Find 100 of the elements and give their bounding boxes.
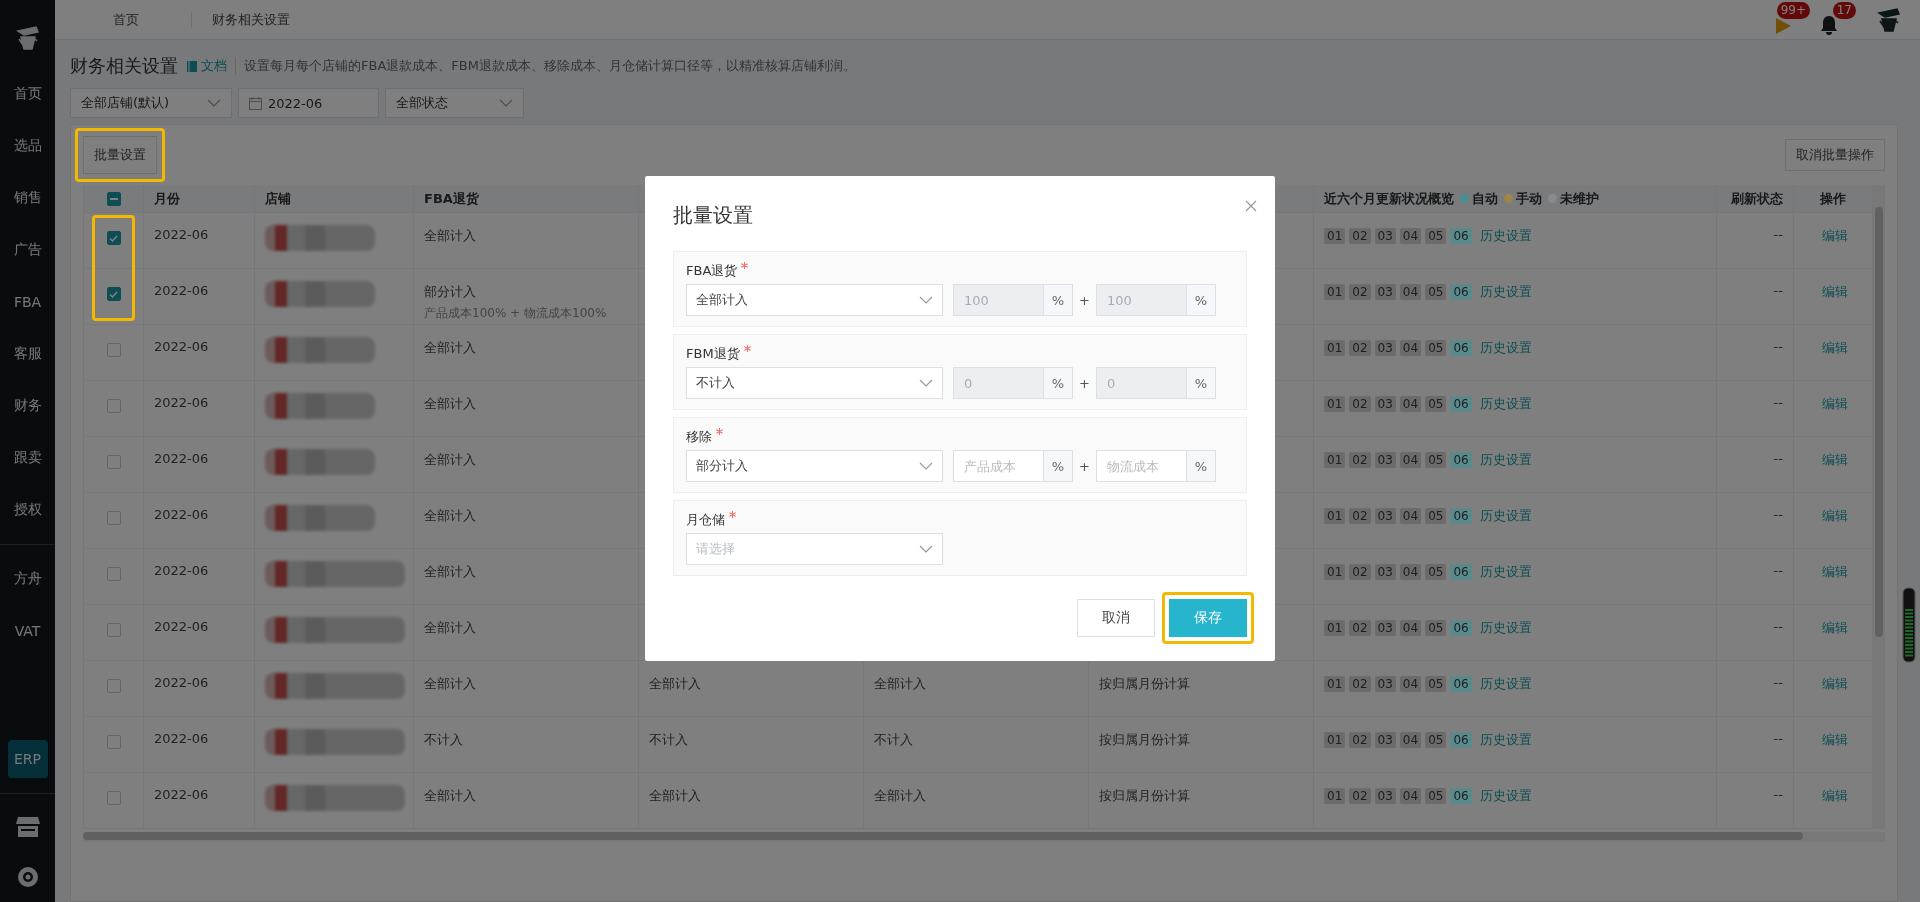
history-settings-link[interactable]: 历史设置 bbox=[1479, 227, 1532, 245]
sidebar-item[interactable]: 授权 bbox=[0, 484, 55, 536]
sidebar-item[interactable]: 跟卖 bbox=[0, 432, 55, 484]
edit-link[interactable]: 编辑 bbox=[1822, 451, 1848, 469]
history-settings-link[interactable]: 历史设置 bbox=[1479, 619, 1532, 637]
doc-link[interactable]: 文档 bbox=[186, 57, 236, 75]
percent-input[interactable]: 产品成本 bbox=[953, 450, 1043, 482]
edit-link[interactable]: 编辑 bbox=[1822, 675, 1848, 693]
sidebar-item[interactable]: 方舟 bbox=[0, 553, 55, 605]
history-settings-link[interactable]: 历史设置 bbox=[1479, 675, 1532, 693]
month-status-chip: 04 bbox=[1399, 788, 1422, 804]
edit-link[interactable]: 编辑 bbox=[1822, 563, 1848, 581]
history-settings-link[interactable]: 历史设置 bbox=[1479, 395, 1532, 413]
history-settings-link[interactable]: 历史设置 bbox=[1479, 451, 1532, 469]
edit-link[interactable]: 编辑 bbox=[1822, 731, 1848, 749]
dropdown-select[interactable]: 请选择 bbox=[686, 533, 943, 565]
month-status-chip: 04 bbox=[1399, 340, 1422, 356]
select-all-checkbox[interactable] bbox=[106, 191, 121, 206]
month-status-chip: 05 bbox=[1425, 396, 1447, 412]
edit-link[interactable]: 编辑 bbox=[1822, 619, 1848, 637]
month-status-chip: 06 bbox=[1450, 732, 1472, 748]
logo-icon[interactable] bbox=[14, 25, 41, 51]
table-cell: 2022-06 bbox=[154, 507, 209, 522]
cancel-batch-button[interactable]: 取消批量操作 bbox=[1785, 139, 1885, 171]
edit-link[interactable]: 编辑 bbox=[1822, 227, 1848, 245]
month-status-chip: 04 bbox=[1399, 564, 1422, 580]
edit-link[interactable]: 编辑 bbox=[1822, 339, 1848, 357]
table-cell: 2022-06 bbox=[154, 731, 209, 746]
sidebar-item[interactable]: 广告 bbox=[0, 224, 55, 276]
month-status-chip: 02 bbox=[1349, 732, 1371, 748]
history-settings-link[interactable]: 历史设置 bbox=[1479, 563, 1532, 581]
filter-select[interactable]: 全部状态 bbox=[385, 88, 524, 118]
month-status-chip: 05 bbox=[1425, 452, 1447, 468]
table-cell: -- bbox=[1773, 451, 1783, 466]
table-cell: 2022-06 bbox=[154, 283, 209, 298]
sidebar-item[interactable]: 销售 bbox=[0, 172, 55, 224]
history-settings-link[interactable]: 历史设置 bbox=[1479, 787, 1532, 805]
count-badge: 99+ bbox=[1776, 1, 1810, 19]
table-cell: 全部计入 bbox=[874, 675, 926, 693]
breadcrumb-tab[interactable]: 首页 bbox=[93, 11, 159, 28]
row-checkbox[interactable] bbox=[106, 791, 121, 805]
edit-link[interactable]: 编辑 bbox=[1822, 787, 1848, 805]
history-settings-link[interactable]: 历史设置 bbox=[1479, 339, 1532, 357]
month-status-chip: 01 bbox=[1324, 340, 1346, 356]
row-checkbox[interactable] bbox=[106, 735, 121, 749]
batch-settings-button[interactable]: 批量设置 bbox=[83, 136, 157, 174]
cancel-button[interactable]: 取消 bbox=[1077, 599, 1155, 637]
table-cell: 全部计入 bbox=[424, 395, 476, 413]
month-status-chip: 05 bbox=[1425, 788, 1447, 804]
dropdown-select[interactable]: 部分计入 bbox=[686, 450, 943, 482]
dropdown-select[interactable]: 不计入 bbox=[686, 367, 943, 399]
month-status-chip: 03 bbox=[1374, 284, 1396, 300]
column-header: 月份 bbox=[154, 189, 180, 208]
sidebar-item[interactable]: 财务 bbox=[0, 380, 55, 432]
month-status-chip: 02 bbox=[1349, 676, 1371, 692]
row-checkbox[interactable] bbox=[106, 623, 121, 637]
edit-link[interactable]: 编辑 bbox=[1822, 395, 1848, 413]
row-checkbox[interactable] bbox=[106, 343, 121, 357]
percent-input[interactable]: 物流成本 bbox=[1095, 450, 1186, 482]
row-checkbox[interactable] bbox=[106, 455, 121, 469]
table-cell: 全部计入 bbox=[424, 507, 476, 525]
flag-icon[interactable] bbox=[1774, 16, 1792, 35]
row-checkbox[interactable] bbox=[106, 399, 121, 413]
bell-icon[interactable] bbox=[1820, 14, 1838, 35]
sidebar-item[interactable]: 客服 bbox=[0, 328, 55, 380]
history-settings-link[interactable]: 历史设置 bbox=[1479, 507, 1532, 525]
row-checkbox[interactable] bbox=[106, 567, 121, 581]
filter-select[interactable]: 全部店铺(默认) bbox=[70, 88, 232, 118]
month-picker[interactable]: 2022-06 bbox=[238, 88, 379, 118]
horizontal-scrollbar[interactable] bbox=[83, 832, 1885, 842]
row-checkbox[interactable] bbox=[106, 287, 121, 301]
table-cell: 2022-06 bbox=[154, 339, 209, 354]
sidebar-item[interactable]: 首页 bbox=[0, 68, 55, 120]
history-settings-link[interactable]: 历史设置 bbox=[1479, 283, 1532, 301]
edit-link[interactable]: 编辑 bbox=[1822, 283, 1848, 301]
table-cell: -- bbox=[1773, 731, 1783, 746]
sidebar-item[interactable]: 选品 bbox=[0, 120, 55, 172]
chevron-down-icon bbox=[919, 379, 933, 387]
save-button[interactable]: 保存 bbox=[1169, 599, 1247, 637]
sidebar-item[interactable]: FBA bbox=[0, 276, 55, 328]
month-status-chip: 03 bbox=[1374, 396, 1396, 412]
cost-note: 产品成本100% + 物流成本100% bbox=[424, 305, 607, 322]
breadcrumb-tab[interactable]: 财务相关设置 bbox=[191, 11, 310, 28]
table-cell: -- bbox=[1773, 619, 1783, 634]
history-settings-link[interactable]: 历史设置 bbox=[1479, 731, 1532, 749]
dropdown-select[interactable]: 全部计入 bbox=[686, 284, 943, 316]
edit-link[interactable]: 编辑 bbox=[1822, 507, 1848, 525]
sidebar-item[interactable]: ERP bbox=[7, 740, 48, 778]
row-checkbox[interactable] bbox=[106, 231, 121, 245]
table-cell: 按归属月份计算 bbox=[1099, 675, 1190, 693]
vertical-scrollbar[interactable] bbox=[1873, 185, 1885, 829]
table-cell: 全部计入 bbox=[649, 675, 701, 693]
month-status-chip: 01 bbox=[1324, 620, 1346, 636]
sidebar-item[interactable]: VAT bbox=[0, 605, 55, 657]
user-avatar-icon[interactable] bbox=[1876, 6, 1902, 33]
row-checkbox[interactable] bbox=[106, 679, 121, 693]
table-cell: 部分计入 bbox=[424, 283, 476, 301]
row-checkbox[interactable] bbox=[106, 511, 121, 525]
chevron-down-icon bbox=[499, 99, 513, 107]
unit-label: % bbox=[1043, 450, 1073, 482]
